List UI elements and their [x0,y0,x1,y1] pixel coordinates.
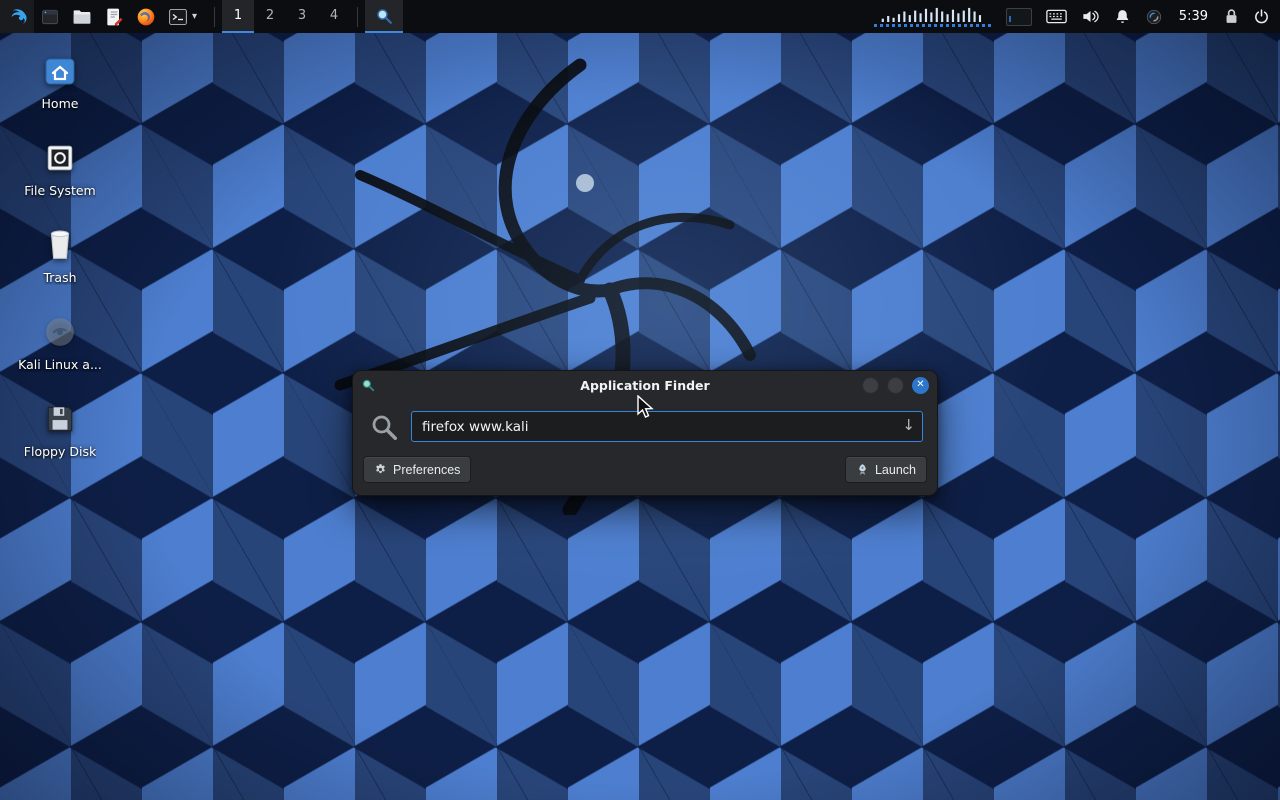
desktop-icon-trash[interactable]: Trash [12,222,108,285]
floppy-icon [43,396,77,436]
desktop-screen: ▾ 1 2 3 4 [0,0,1280,800]
desktop-icon-file-system[interactable]: File System [12,135,108,198]
applications-menu-button[interactable] [0,0,34,33]
application-finder-window: Application Finder ✕ ↓ Preferences Launc… [352,370,938,496]
speaker-icon [1081,7,1100,26]
panel-tray-section: 5:39 [867,0,1280,33]
trash-icon [44,222,76,262]
rocket-icon [856,463,869,476]
close-button[interactable]: ✕ [912,377,929,394]
visualizer-dots [874,24,992,27]
launcher-terminal[interactable]: ▾ [162,0,207,33]
desktop-icon-label: Kali Linux a... [18,357,102,372]
firefox-icon [136,7,156,27]
workspace-button-4[interactable]: 4 [318,0,350,33]
waveform-icon [874,7,992,22]
taskbar-item-application-finder[interactable] [365,0,403,33]
panel-separator [214,7,215,27]
chevron-down-icon[interactable]: ▾ [188,11,201,22]
finder-action-row: Preferences Launch [353,448,937,495]
workspace-button-2[interactable]: 2 [254,0,286,33]
graph-icon [1006,8,1032,26]
preferences-button[interactable]: Preferences [363,456,471,483]
finder-search-row: ↓ [353,399,937,448]
lock-icon [1224,8,1239,25]
panel-separator [357,7,358,27]
home-icon [42,48,78,88]
titlebar[interactable]: Application Finder ✕ [353,371,937,399]
power-button[interactable] [1246,0,1280,33]
desktop-icon-label: Home [42,96,79,111]
panel-left-section: ▾ 1 2 3 4 [0,0,403,33]
terminal-icon [168,7,188,27]
preferences-label: Preferences [393,463,460,477]
launcher-window-manager[interactable] [34,0,66,33]
magnifier-icon [375,7,393,25]
notifications[interactable] [1107,0,1138,33]
desktop-icon-column: Home File System Trash Kali Linux a... F… [12,48,108,459]
screen-lock-button[interactable] [1217,0,1246,33]
monitor-graph[interactable] [999,0,1039,33]
desktop-icon-kali-linux[interactable]: Kali Linux a... [12,309,108,372]
search-field-wrapper: ↓ [411,411,923,442]
kali-logo-icon [6,6,28,28]
top-panel: ▾ 1 2 3 4 [0,0,1280,33]
bell-icon [1114,8,1131,25]
window-icon [40,7,60,27]
desktop-icon-home[interactable]: Home [12,48,108,111]
arrow-down-icon[interactable]: ↓ [902,416,915,434]
audio-visualizer[interactable] [867,0,999,33]
maximize-button[interactable] [887,377,904,394]
window-controls: ✕ [862,377,929,394]
desktop-icon-label: Floppy Disk [24,444,96,459]
document-edit-icon [104,7,124,27]
launcher-firefox[interactable] [130,0,162,33]
kali-disc-icon [43,309,77,349]
search-icon [369,412,399,442]
power-icon [1253,8,1270,25]
clock[interactable]: 5:39 [1170,9,1217,24]
orb-icon [1145,8,1163,26]
keyboard-layout-indicator[interactable] [1039,0,1074,33]
desktop-icon-floppy-disk[interactable]: Floppy Disk [12,396,108,459]
search-input[interactable] [411,411,923,442]
workspace-button-1[interactable]: 1 [222,0,254,33]
launch-button[interactable]: Launch [845,456,927,483]
sphere-highlight [576,174,594,192]
drive-icon [43,135,77,175]
folder-icon [72,7,92,27]
gear-icon [374,463,387,476]
visualizer-bars [874,7,992,27]
keyboard-icon [1046,9,1067,24]
window-title: Application Finder [353,378,937,393]
workspace-button-3[interactable]: 3 [286,0,318,33]
volume-control[interactable] [1074,0,1107,33]
launch-label: Launch [875,463,916,477]
launcher-text-editor[interactable] [98,0,130,33]
desktop-icon-label: File System [24,183,96,198]
update-indicator[interactable] [1138,0,1170,33]
desktop-icon-label: Trash [43,270,76,285]
minimize-button[interactable] [862,377,879,394]
launcher-file-manager[interactable] [66,0,98,33]
